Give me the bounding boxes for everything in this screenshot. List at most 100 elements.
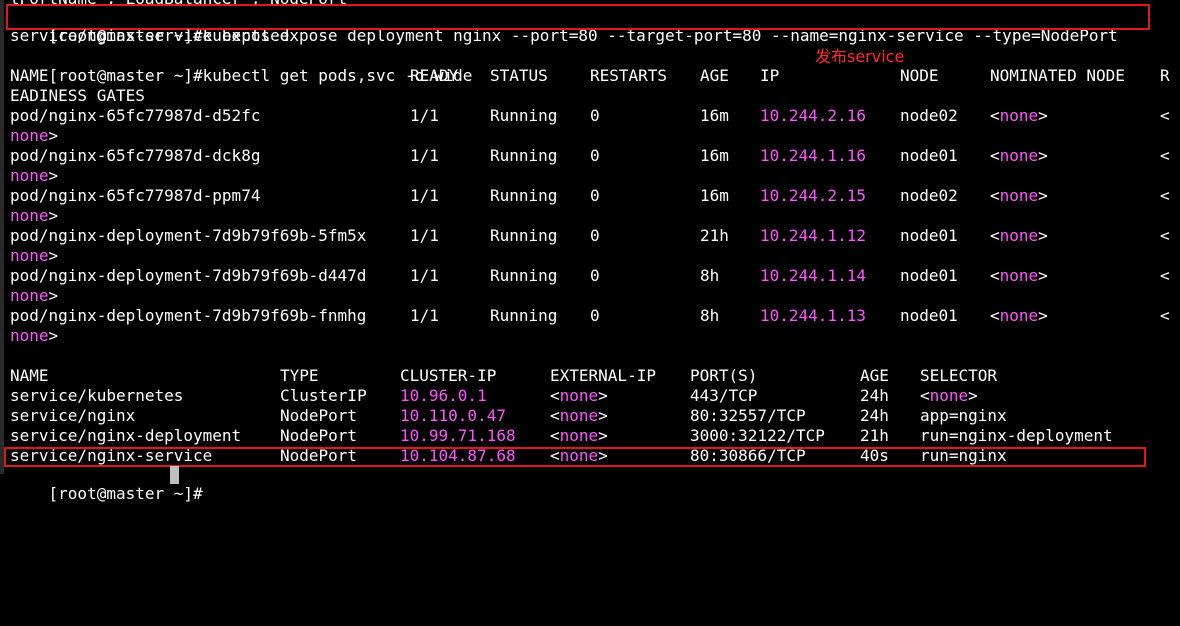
pods-header-wrap: EADINESS GATES — [10, 86, 145, 105]
svc-type: NodePort — [280, 406, 358, 425]
svc-cluster-ip: 10.110.0.47 — [400, 406, 506, 425]
svc-age: 24h — [860, 406, 889, 425]
pod-name: pod/nginx-deployment-7d9b79f69b-d447d — [10, 266, 367, 285]
row-wrap: none> — [10, 286, 59, 305]
table-row: pod/nginx-65fc77987d-dck8g 1/1 Running 0… — [10, 146, 1180, 166]
svc-ports: 3000:32122/TCP — [690, 426, 825, 445]
pod-name: pod/nginx-deployment-7d9b79f69b-5fm5x — [10, 226, 367, 245]
pod-readiness-start: < — [1160, 106, 1170, 125]
svc-name: service/nginx-deployment — [10, 426, 242, 445]
pod-age: 8h — [700, 306, 720, 325]
pod-status: Running — [490, 106, 558, 125]
pod-ready: 1/1 — [410, 146, 439, 165]
pod-nominated: <none> — [990, 266, 1048, 285]
col-node: NODE — [900, 66, 939, 85]
svc-ports: 443/TCP — [690, 386, 758, 405]
row-wrap: none> — [10, 206, 59, 225]
row-wrap: none> — [10, 166, 59, 185]
pod-nominated: <none> — [990, 146, 1048, 165]
pod-age: 16m — [700, 186, 729, 205]
pod-readiness-start: < — [1160, 306, 1170, 325]
pod-age: 21h — [700, 226, 729, 245]
pod-ip: 10.244.2.15 — [760, 186, 866, 205]
row-wrap: none> — [10, 126, 59, 145]
table-row: pod/nginx-deployment-7d9b79f69b-5fm5x 1/… — [10, 226, 1180, 246]
pod-readiness-start: < — [1160, 266, 1170, 285]
scrollbar[interactable] — [0, 0, 4, 474]
svc-table-header: NAME TYPE CLUSTER-IP EXTERNAL-IP PORT(S)… — [10, 366, 1180, 386]
pod-ready: 1/1 — [410, 266, 439, 285]
col-external-ip: EXTERNAL-IP — [550, 366, 656, 385]
svc-selector: <none> — [920, 386, 978, 405]
pod-name: pod/nginx-deployment-7d9b79f69b-fnmhg — [10, 306, 367, 325]
pod-nominated: <none> — [990, 106, 1048, 125]
pod-restarts: 0 — [590, 186, 600, 205]
col-cluster-ip: CLUSTER-IP — [400, 366, 497, 385]
pod-restarts: 0 — [590, 106, 600, 125]
col-type: TYPE — [280, 366, 319, 385]
table-row: service/nginx-deployment NodePort 10.99.… — [10, 426, 1180, 446]
svc-external-ip: <none> — [550, 406, 608, 425]
pod-name: pod/nginx-65fc77987d-dck8g — [10, 146, 261, 165]
pod-status: Running — [490, 186, 558, 205]
command-line: [root@master ~]#kubectl get pods,svc -o … — [10, 46, 473, 85]
pod-name: pod/nginx-65fc77987d-ppm74 — [10, 186, 261, 205]
svc-age: 21h — [860, 426, 889, 445]
row-wrap: none> — [10, 326, 59, 345]
pod-status: Running — [490, 146, 558, 165]
col-restarts: RESTARTS — [590, 66, 668, 85]
pod-ready: 1/1 — [410, 106, 439, 125]
svc-name: service/nginx — [10, 406, 136, 425]
svc-selector: app=nginx — [920, 406, 1007, 425]
pod-status: Running — [490, 306, 558, 325]
pod-readiness-start: < — [1160, 226, 1170, 245]
pod-node: node01 — [900, 306, 958, 325]
pod-ip: 10.244.1.14 — [760, 266, 866, 285]
svc-cluster-ip: 10.96.0.1 — [400, 386, 487, 405]
svc-selector: run=nginx-deployment — [920, 426, 1113, 445]
col-nominated-node: NOMINATED NODE — [990, 66, 1125, 85]
pod-nominated: <none> — [990, 306, 1048, 325]
text-cursor — [170, 466, 179, 484]
table-row: pod/nginx-65fc77987d-ppm74 1/1 Running 0… — [10, 186, 1180, 206]
pod-ready: 1/1 — [410, 226, 439, 245]
pod-ip: 10.244.1.13 — [760, 306, 866, 325]
table-row: pod/nginx-deployment-7d9b79f69b-d447d 1/… — [10, 266, 1180, 286]
svc-type: ClusterIP — [280, 386, 367, 405]
pod-ip: 10.244.2.16 — [760, 106, 866, 125]
pod-node: node02 — [900, 186, 958, 205]
table-row: service/nginx NodePort 10.110.0.47 <none… — [10, 406, 1180, 426]
svc-age: 24h — [860, 386, 889, 405]
pods-table-header: NAME READY STATUS RESTARTS AGE IP NODE N… — [10, 66, 1180, 86]
pod-readiness-start: < — [1160, 146, 1170, 165]
svc-ports: 80:32557/TCP — [690, 406, 806, 425]
pod-restarts: 0 — [590, 146, 600, 165]
pod-readiness-start: < — [1160, 186, 1170, 205]
pod-name: pod/nginx-65fc77987d-d52fc — [10, 106, 261, 125]
col-name: NAME — [10, 66, 49, 85]
pod-status: Running — [490, 266, 558, 285]
col-ports: PORT(S) — [690, 366, 758, 385]
pod-restarts: 0 — [590, 266, 600, 285]
pod-node: node01 — [900, 266, 958, 285]
pod-status: Running — [490, 226, 558, 245]
pod-nominated: <none> — [990, 226, 1048, 245]
col-readiness-start: R — [1160, 66, 1170, 85]
pod-nominated: <none> — [990, 186, 1048, 205]
col-name: NAME — [10, 366, 49, 385]
col-selector: SELECTOR — [920, 366, 998, 385]
pod-age: 8h — [700, 266, 720, 285]
pod-age: 16m — [700, 106, 729, 125]
col-status: STATUS — [490, 66, 548, 85]
pod-restarts: 0 — [590, 306, 600, 325]
pod-ip: 10.244.1.12 — [760, 226, 866, 245]
table-row: pod/nginx-65fc77987d-d52fc 1/1 Running 0… — [10, 106, 1180, 126]
shell-prompt: [root@master ~]# — [48, 484, 203, 503]
pod-ready: 1/1 — [410, 186, 439, 205]
svc-external-ip: <none> — [550, 426, 608, 445]
svc-name: service/kubernetes — [10, 386, 184, 405]
col-ip: IP — [760, 66, 780, 85]
svc-cluster-ip: 10.99.71.168 — [400, 426, 516, 445]
annotation-label: 发布service — [815, 47, 905, 66]
command-output: service/nginx-service exposed — [10, 26, 290, 45]
